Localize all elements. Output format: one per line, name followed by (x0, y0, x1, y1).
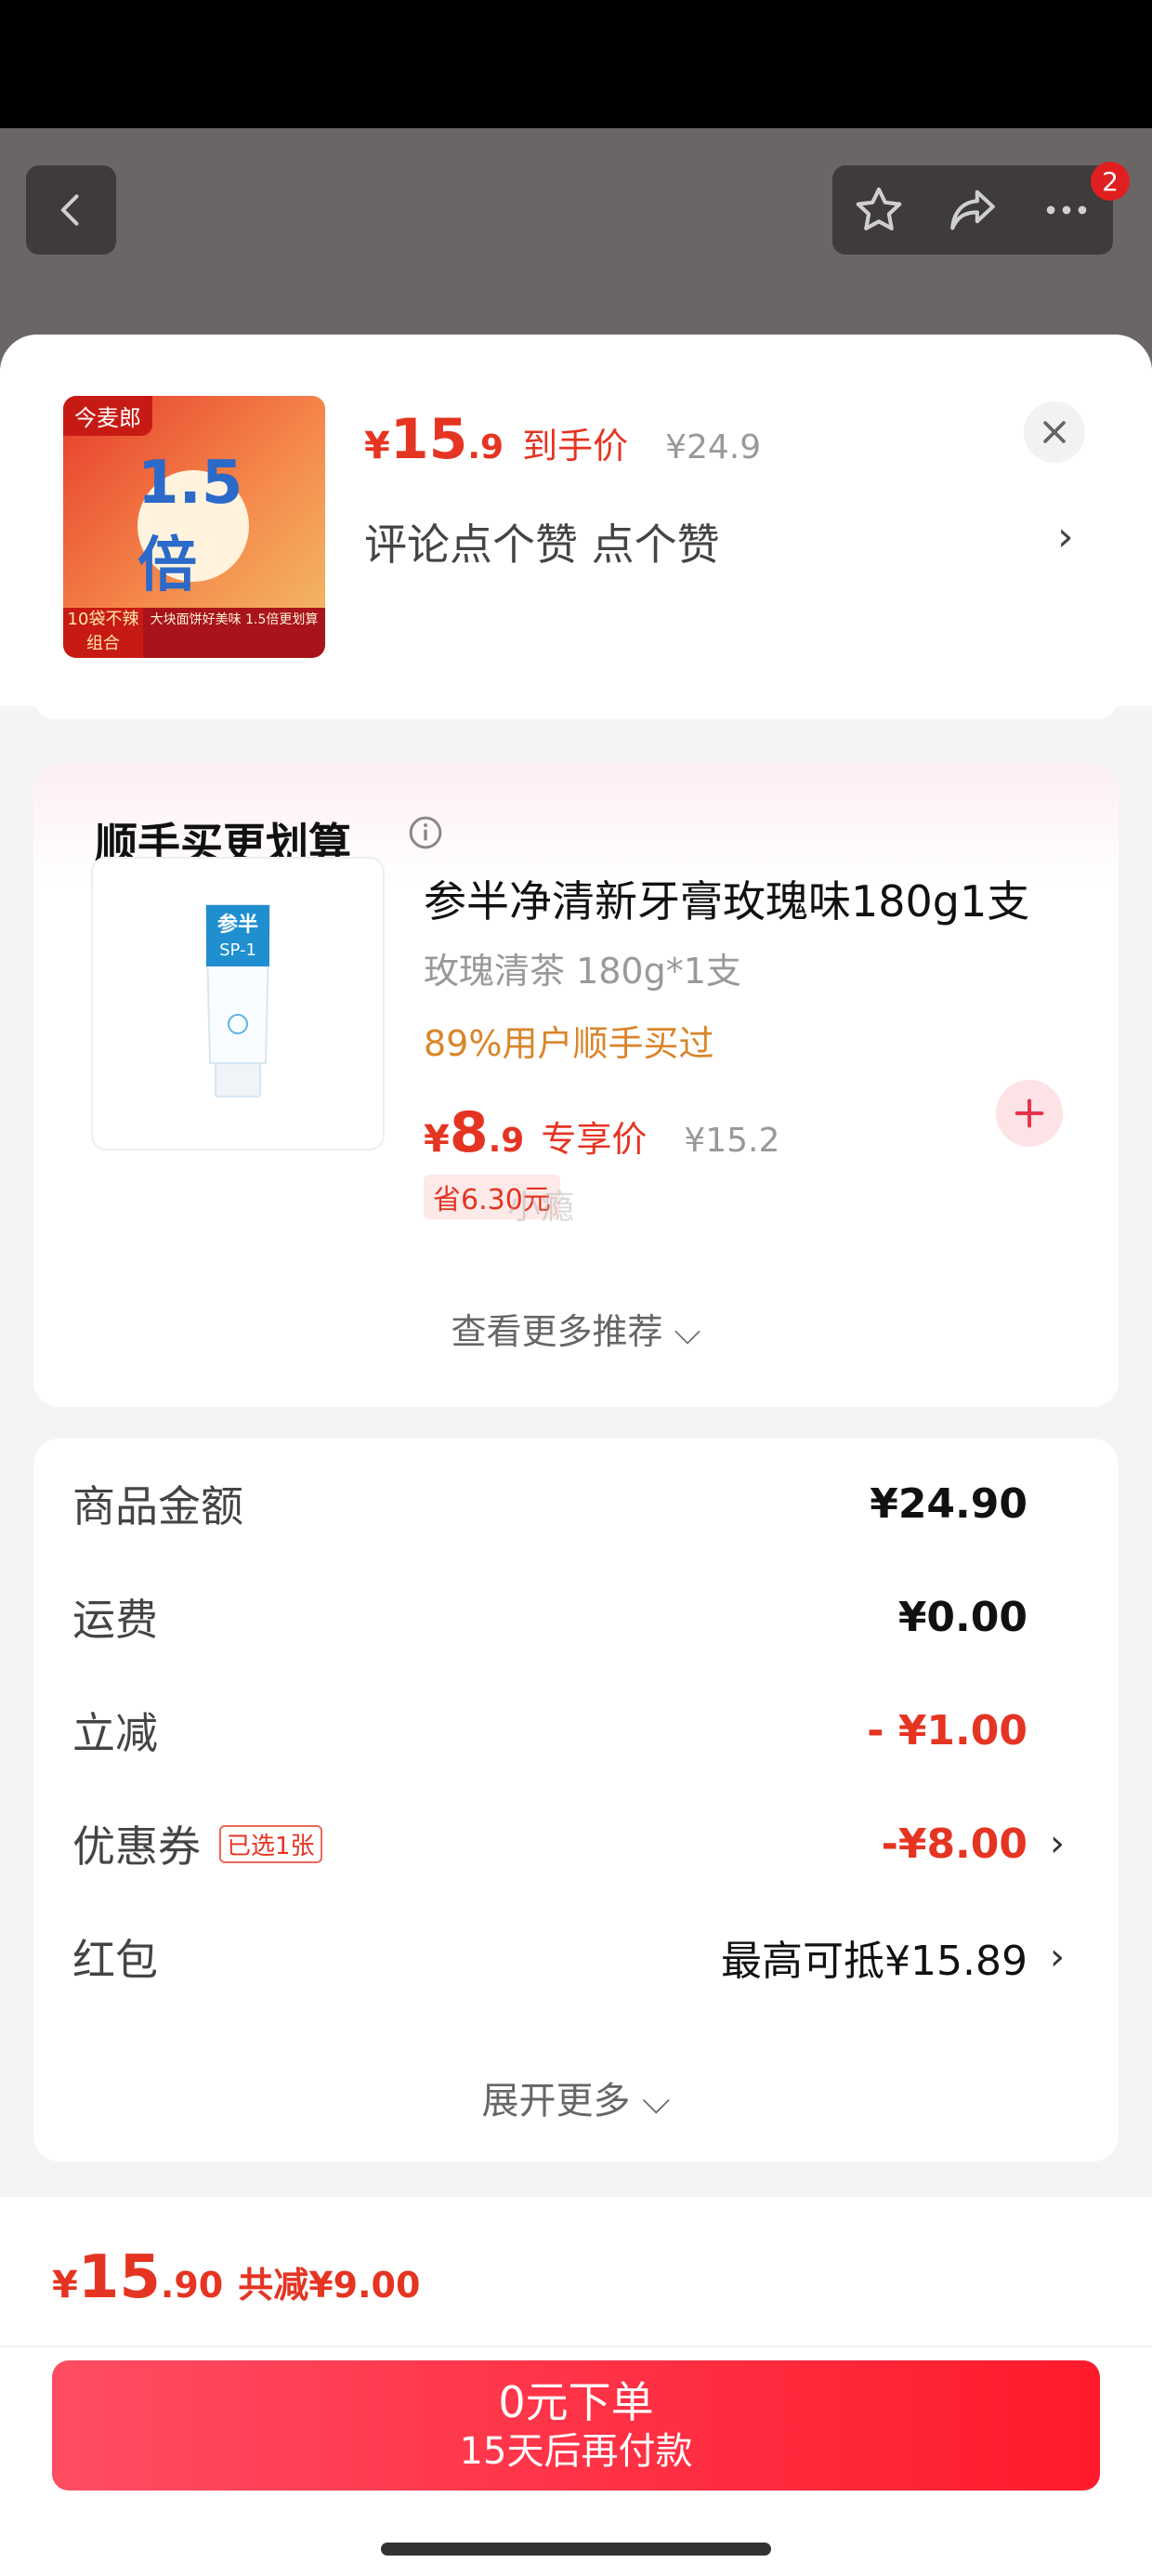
thumb-brand: 参半 (217, 913, 258, 937)
checkout-bar: ¥ 15 .90 共减¥9.00 0元下单 15天后再付款 (0, 2197, 1152, 2576)
summary-label: 红包 (72, 1935, 158, 1985)
price-symbol: ¥ (52, 2264, 78, 2307)
original-price: ¥24.9 (665, 428, 762, 467)
thumb-strip: 大块面饼好美味 1.5倍更划算 (143, 608, 325, 658)
summary-value: -¥8.00 (881, 1820, 1028, 1868)
recommend-thumbnail[interactable]: 参半 SP-1 (91, 857, 385, 1150)
chevron-right-icon: › (1050, 1822, 1065, 1865)
summary-value: 最高可抵¥15.89 (721, 1938, 1028, 1985)
thumb-count: 10袋不辣组合 (63, 608, 143, 658)
price-decimal: .9 (488, 1122, 525, 1160)
product-price: ¥ 15 .9 到手价 ¥24.9 (364, 407, 761, 472)
recommend-item-variant: 玫瑰清茶 180g*1支 (424, 951, 741, 992)
price-symbol: ¥ (364, 425, 390, 467)
coupon-selected-tag: 已选1张 (219, 1824, 322, 1863)
share-button[interactable] (928, 165, 1017, 255)
back-button[interactable] (26, 165, 116, 255)
total-price: ¥ 15 .90 共减¥9.00 (52, 2243, 420, 2312)
thumb-badge: 1.5倍 (137, 449, 249, 600)
recommend-card: 顺手买更划算 参半 SP-1 参半净清新牙膏玫瑰味180g1支 玫瑰清茶 180… (33, 764, 1119, 1407)
summary-row-coupon[interactable]: 优惠券 已选1张 -¥8.00 › (72, 1807, 1065, 1881)
order-sheet: 今麦郎 1.5倍 10袋不辣组合 大块面饼好美味 1.5倍更划算 ¥ 15 .9… (0, 335, 1152, 2576)
original-price: ¥15.2 (684, 1122, 780, 1160)
place-order-button[interactable]: 0元下单 15天后再付款 (52, 2360, 1100, 2491)
price-label: 专享价 (541, 1119, 648, 1160)
more-icon (1046, 205, 1086, 215)
summary-row-redpacket[interactable]: 红包 最高可抵¥15.89 › (72, 1920, 1065, 1994)
star-icon (857, 187, 902, 230)
summary-label: 立减 (72, 1708, 158, 1758)
summary-value: ¥24.90 (870, 1479, 1028, 1528)
price-symbol: ¥ (424, 1118, 450, 1161)
price-label: 到手价 (522, 426, 629, 467)
close-icon (1043, 421, 1066, 443)
summary-label: 运费 (72, 1595, 158, 1645)
chevron-right-icon: › (1050, 1936, 1065, 1978)
summary-label: 商品金额 (72, 1481, 243, 1531)
plus-icon (1015, 1098, 1044, 1128)
spec-selector[interactable]: 评论点个赞 点个赞 (364, 511, 720, 572)
thumb-brand: 今麦郎 (63, 396, 152, 436)
total-saved: 共减¥9.00 (238, 2265, 421, 2306)
info-icon[interactable] (407, 814, 444, 851)
summary-row-shipping: 运费 ¥0.00 (72, 1580, 1065, 1654)
price-decimal: .90 (160, 2265, 224, 2306)
status-bar (0, 0, 1152, 128)
order-button-sublabel: 15天后再付款 (459, 2430, 693, 2473)
expand-more-link[interactable]: 展开更多 ⌵ (33, 2070, 1119, 2124)
product-thumbnail: 今麦郎 1.5倍 10袋不辣组合 大块面饼好美味 1.5倍更划算 (63, 396, 325, 658)
recommend-social-proof: 89%用户顺手买过 (424, 1023, 714, 1064)
back-icon (60, 194, 79, 226)
summary-value: ¥0.00 (897, 1593, 1028, 1641)
price-integer: 8 (449, 1100, 489, 1165)
watermark: 小瘾 (507, 1189, 575, 1227)
more-recommend-link[interactable]: 查看更多推荐 ⌵ (33, 1303, 1119, 1354)
price-decimal: .9 (467, 428, 504, 467)
notification-badge: 2 (1091, 162, 1130, 201)
home-indicator (381, 2543, 771, 2556)
summary-row-discount: 立减 - ¥1.00 (72, 1693, 1065, 1768)
recommend-item-price: ¥ 8 .9 专享价 ¥15.2 (424, 1100, 779, 1165)
close-button[interactable] (1024, 401, 1085, 463)
favorite-button[interactable] (834, 165, 923, 255)
summary-value: - ¥1.00 (867, 1706, 1028, 1755)
share-icon (950, 190, 995, 230)
order-button-label: 0元下单 (498, 2377, 654, 2427)
thumb-model: SP-1 (219, 940, 256, 960)
toothpaste-image: 参半 SP-1 (204, 904, 271, 1097)
price-integer: 15 (389, 407, 468, 472)
recommend-item-name[interactable]: 参半净清新牙膏玫瑰味180g1支 (424, 868, 1029, 929)
header-actions (832, 165, 1113, 255)
price-summary-card: 商品金额 ¥24.90 运费 ¥0.00 立减 - ¥1.00 优惠券 已选1张… (33, 1439, 1119, 2162)
section-divider (33, 697, 1119, 719)
product-header: 今麦郎 1.5倍 10袋不辣组合 大块面饼好美味 1.5倍更划算 ¥ 15 .9… (0, 335, 1152, 706)
chevron-right-icon[interactable]: › (1057, 513, 1074, 560)
add-to-order-button[interactable] (996, 1080, 1063, 1147)
summary-label: 优惠券 (72, 1821, 201, 1872)
summary-row-subtotal: 商品金额 ¥24.90 (72, 1466, 1065, 1541)
divider (0, 2346, 1152, 2347)
price-integer: 15 (77, 2243, 161, 2312)
